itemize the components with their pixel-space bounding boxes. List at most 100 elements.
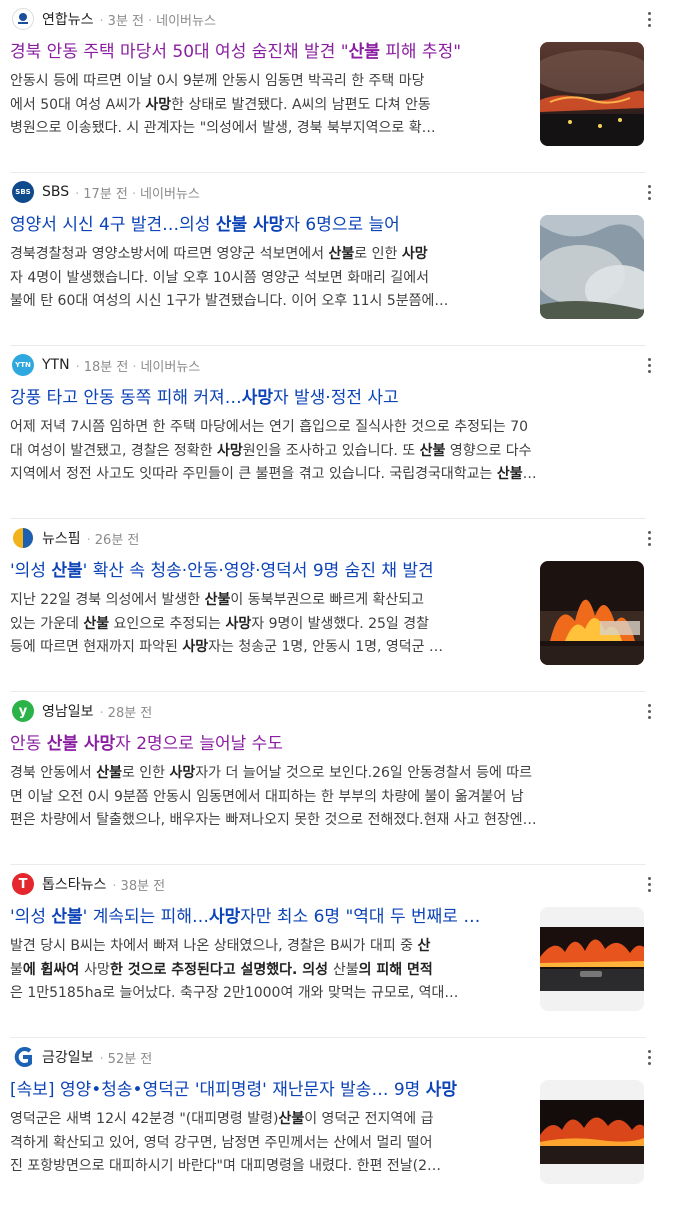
source-link[interactable]: 네이버뉴스	[140, 360, 200, 375]
meta: · 18분 전 · 네이버뉴스	[75, 359, 201, 375]
keyword-highlight: 산불	[419, 442, 446, 459]
press-logo[interactable]	[12, 8, 34, 30]
source-row: YTN YTN · 18분 전 · 네이버뉴스	[12, 353, 200, 377]
more-options-icon[interactable]	[646, 358, 652, 373]
source-row: T 톱스타뉴스 · 38분 전	[12, 872, 165, 896]
press-name[interactable]: 금강일보	[42, 1047, 94, 1067]
keyword-highlight: 산불	[496, 466, 523, 482]
press-name[interactable]: 톱스타뉴스	[42, 874, 106, 894]
more-options-icon[interactable]	[646, 1050, 652, 1065]
news-title[interactable]: 경북 안동 주택 마당서 50대 여성 숨진채 발견 "산불 피해 추정"	[10, 40, 522, 64]
description-line: 있는 가운데 산불 요인으로 추정되는 사망자 9명이 발생했다. 25일 경찰	[10, 615, 430, 632]
news-description[interactable]: 발견 당시 B씨는 차에서 빠져 나온 상태였으나, 경찰은 B씨가 대피 중 …	[10, 935, 522, 1006]
news-item: y 영남일보 · 28분 전 안동 산불 사망자 2명으로 늘어날 수도 경북 안…	[10, 692, 651, 865]
yonhap-logo-icon	[18, 13, 28, 24]
description-line: 지역에서 정전 사고도 잇따라 주민들이 큰 불편을 겪고 있습니다. 국립경국…	[10, 466, 537, 482]
press-logo[interactable]	[12, 527, 34, 549]
keyword-highlight: 사망	[208, 907, 241, 927]
description-line: 격하게 확산되고 있어, 영덕 강구면, 남정면 주민께서는 산에서 멀리 떨어	[10, 1134, 433, 1151]
description-line: 불에 휩싸여 사망한 것으로 추정된다고 설명했다. 의성 산불의 피해 면적	[10, 961, 433, 978]
press-logo[interactable]: YTN	[12, 354, 34, 376]
news-title[interactable]: 영양서 시신 4구 발견…의성 산불 사망자 6명으로 늘어	[10, 213, 522, 237]
press-name[interactable]: SBS	[42, 184, 69, 200]
keyword-highlight: 사망	[217, 442, 243, 459]
news-description[interactable]: 영덕군은 새벽 12시 42분경 "(대피명령 발령)산불이 영덕군 전지역에 …	[10, 1108, 522, 1179]
description-line: 안동시 등에 따르면 이날 0시 9분께 안동시 임동면 박곡리 한 주택 마당	[10, 73, 425, 89]
source-row: SBS SBS · 17분 전 · 네이버뉴스	[12, 180, 200, 204]
keyword-highlight: 산불	[51, 561, 83, 581]
news-title[interactable]: 안동 산불 사망자 2명으로 늘어날 수도	[10, 732, 644, 756]
time: 28분 전	[107, 705, 153, 721]
news-description[interactable]: 지난 22일 경북 의성에서 발생한 산불이 동북부권으로 빠르게 확산되고 있는…	[10, 589, 522, 660]
keyword-highlight: 사망	[225, 615, 252, 632]
news-thumbnail[interactable]	[540, 907, 644, 1011]
press-logo[interactable]	[12, 1046, 34, 1068]
source-row: 연합뉴스 · 3분 전 · 네이버뉴스	[12, 7, 216, 31]
news-description[interactable]: 경북 안동에서 산불로 인한 사망자가 더 늘어날 것으로 보인다.26일 안동…	[10, 762, 644, 833]
press-name[interactable]: 연합뉴스	[42, 9, 94, 29]
news-thumbnail[interactable]	[540, 42, 644, 146]
news-thumbnail[interactable]	[540, 561, 644, 665]
keyword-highlight: 사망	[182, 639, 209, 655]
more-options-icon[interactable]	[646, 877, 652, 892]
source-row: 금강일보 · 52분 전	[12, 1045, 152, 1069]
news-item: 뉴스핌 · 26분 전 '의성 산불' 확산 속 청송·안동·영양·영덕서 9명 …	[10, 519, 651, 692]
news-title[interactable]: '의성 산불' 계속되는 피해…사망자만 최소 6명 "역대 두 번째로 …	[10, 905, 522, 929]
more-options-icon[interactable]	[646, 185, 652, 200]
more-options-icon[interactable]	[646, 12, 652, 27]
description-line: 발견 당시 B씨는 차에서 빠져 나온 상태였으나, 경찰은 B씨가 대피 중 …	[10, 938, 431, 954]
description-line: 면 이날 오전 0시 9분쯤 안동시 임동면에서 대피하는 한 부부의 차량에 …	[10, 788, 524, 805]
keyword-highlight: 산불 사망	[215, 215, 285, 235]
meta: · 28분 전	[99, 705, 153, 721]
keyword-highlight: 산불	[83, 615, 110, 632]
news-title[interactable]: 강풍 타고 안동 동쪽 피해 커져…사망자 발생·정전 사고	[10, 386, 644, 410]
keyword-highlight: 산불	[348, 42, 380, 62]
time: 18분 전	[83, 359, 129, 375]
news-description[interactable]: 어제 저녁 7시쯤 임하면 한 주택 마당에서는 연기 흡입으로 질식사한 것으…	[10, 416, 644, 487]
description-line: 어제 저녁 7시쯤 임하면 한 주택 마당에서는 연기 흡입으로 질식사한 것으…	[10, 419, 529, 435]
meta: · 3분 전 · 네이버뉴스	[99, 13, 216, 29]
keyword-highlight: 산불	[328, 246, 355, 262]
keyword-highlight: 에 휩싸여	[22, 961, 85, 978]
news-title[interactable]: [속보] 영양•청송•영덕군 '대피명령' 재난문자 발송… 9명 사망	[10, 1078, 522, 1102]
press-name[interactable]: YTN	[42, 357, 70, 373]
meta: · 38분 전	[112, 878, 166, 894]
more-options-icon[interactable]	[646, 704, 652, 719]
press-name[interactable]: 뉴스핌	[42, 528, 81, 548]
press-logo[interactable]: y	[12, 700, 34, 722]
keyword-highlight: 산불	[96, 765, 122, 781]
description-line: 진 포항방면으로 대피하시기 바란다"며 대피명령을 내렸다. 한편 전날(2…	[10, 1158, 442, 1174]
source-link[interactable]: 네이버뉴스	[156, 14, 216, 29]
time: 38분 전	[120, 878, 166, 894]
keyword-highlight: 한 것으로 추정된다고 설명했다. 의성	[109, 961, 333, 978]
description-line: 은 1만5185ha로 늘어났다. 축구장 2만1000여 개와 맞먹는 규모로…	[10, 985, 459, 1001]
description-line: 불에 탄 60대 여성의 시신 1구가 발견됐습니다. 이어 오후 11시 5분…	[10, 293, 449, 309]
press-logo[interactable]: T	[12, 873, 34, 895]
news-item: 금강일보 · 52분 전 [속보] 영양•청송•영덕군 '대피명령' 재난문자 발…	[10, 1038, 651, 1211]
keyword-highlight: 사망	[425, 1080, 457, 1100]
description-line: 병원으로 이송됐다. 시 관계자는 "의성에서 발생, 경북 북부지역으로 확…	[10, 120, 436, 136]
description-line: 대 여성이 발견됐고, 경찰은 정확한 사망원인을 조사하고 있습니다. 또 산…	[10, 442, 532, 459]
time: 3분 전	[107, 13, 144, 29]
description-line: 경북경찰청과 영양소방서에 따르면 영양군 석보면에서 산불로 인한 사망	[10, 246, 428, 262]
news-item: SBS SBS · 17분 전 · 네이버뉴스 영양서 시신 4구 발견…의성 산불 …	[10, 173, 651, 346]
keyword-highlight: 사망	[145, 96, 172, 113]
description-line: 등에 따르면 현재까지 파악된 사망자는 청송군 1명, 안동시 1명, 영덕군…	[10, 639, 443, 655]
source-link[interactable]: 네이버뉴스	[140, 187, 200, 202]
keyword-highlight: 산불	[278, 1111, 305, 1127]
news-description[interactable]: 안동시 등에 따르면 이날 0시 9분께 안동시 임동면 박곡리 한 주택 마당…	[10, 70, 522, 141]
news-description[interactable]: 경북경찰청과 영양소방서에 따르면 영양군 석보면에서 산불로 인한 사망 자 4…	[10, 243, 522, 314]
news-title[interactable]: '의성 산불' 확산 속 청송·안동·영양·영덕서 9명 숨진 채 발견	[10, 559, 522, 583]
description-line: 에서 50대 여성 A씨가 사망한 상태로 발견됐다. A씨의 남편도 다쳐 안…	[10, 96, 431, 113]
press-logo[interactable]: SBS	[12, 181, 34, 203]
meta: · 17분 전 · 네이버뉴스	[75, 186, 200, 202]
press-name[interactable]: 영남일보	[42, 701, 94, 721]
meta: · 52분 전	[99, 1051, 153, 1067]
geumgang-logo-icon	[14, 1047, 32, 1067]
more-options-icon[interactable]	[646, 531, 652, 546]
newspim-logo-icon	[13, 528, 33, 548]
keyword-highlight: 사망	[169, 765, 196, 781]
news-thumbnail[interactable]	[540, 215, 644, 319]
news-thumbnail[interactable]	[540, 1080, 644, 1184]
time: 52분 전	[107, 1051, 153, 1067]
